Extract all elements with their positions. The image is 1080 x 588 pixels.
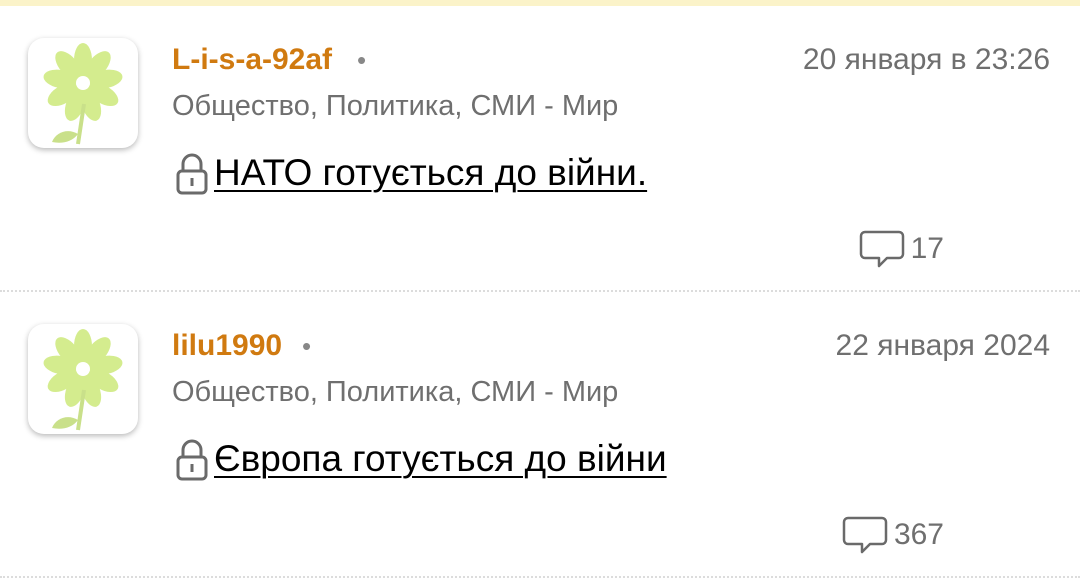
post-category[interactable]: Общество, Политика, СМИ - Мир	[172, 86, 618, 126]
author-link[interactable]: L-i-s-a-92af	[172, 40, 332, 80]
comment-bubble-icon	[842, 516, 888, 554]
flower-icon	[43, 43, 123, 145]
post-title-link[interactable]: Європа готується до війни	[214, 436, 667, 482]
post-item: lilu1990 • 22 января 2024 Общество, Поли…	[0, 292, 1080, 578]
post-category[interactable]: Общество, Политика, СМИ - Мир	[172, 372, 618, 412]
post-title-link[interactable]: НАТО готується до війни.	[214, 150, 647, 196]
separator-dot: •	[302, 331, 312, 361]
post-feed: L-i-s-a-92af • 20 января в 23:26 Обществ…	[0, 6, 1080, 578]
flower-icon	[43, 329, 123, 431]
author-link[interactable]: lilu1990	[172, 326, 282, 366]
comment-bubble-icon	[859, 230, 904, 268]
post-title-row: НАТО готується до війни.	[174, 150, 647, 196]
post-date: 22 января 2024	[835, 329, 1050, 362]
lock-icon	[176, 439, 208, 481]
post-title-row: Європа готується до війни	[174, 436, 667, 482]
post-item: L-i-s-a-92af • 20 января в 23:26 Обществ…	[0, 6, 1080, 292]
author-avatar[interactable]	[28, 38, 138, 148]
post-date: 20 января в 23:26	[802, 43, 1050, 76]
comment-count: 367	[893, 518, 944, 551]
comment-count: 17	[910, 232, 944, 265]
comments-button[interactable]: 17	[859, 228, 944, 270]
separator-dot: •	[357, 45, 367, 75]
comments-button[interactable]: 367	[842, 514, 944, 556]
lock-icon	[176, 153, 208, 195]
author-avatar[interactable]	[28, 324, 138, 434]
